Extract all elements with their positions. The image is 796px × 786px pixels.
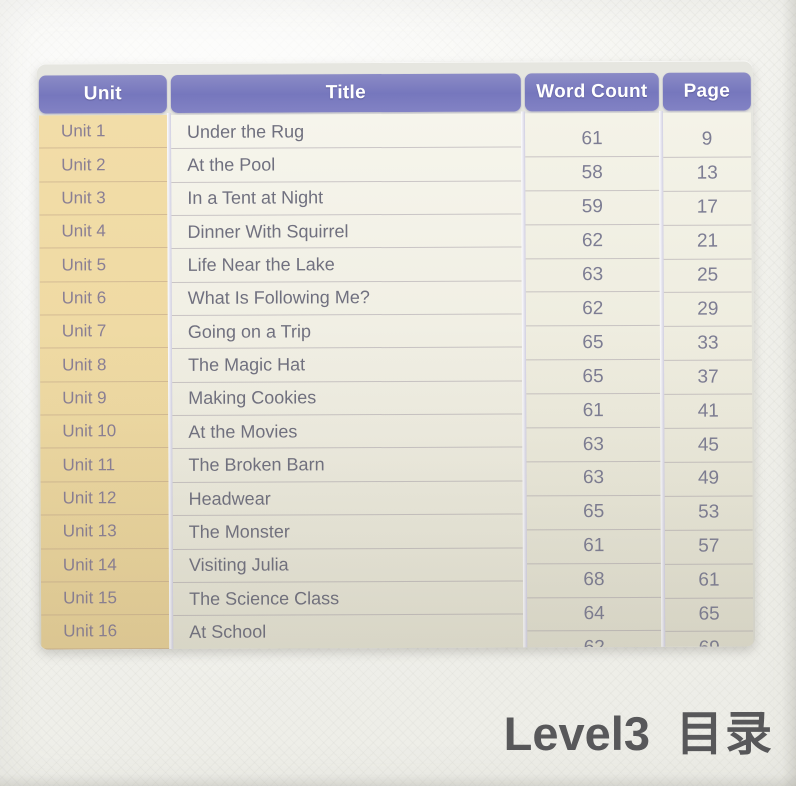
cell-unit[interactable]: Unit 4 (39, 215, 168, 249)
cell-title[interactable]: At the Pool (171, 147, 522, 183)
cell-word-count[interactable]: 59 (525, 190, 660, 226)
column-word-count: 61585962636265656163636561686462 (524, 112, 662, 648)
cell-unit[interactable]: Unit 11 (40, 448, 169, 483)
cell-word-count[interactable]: 65 (525, 326, 661, 361)
cell-title[interactable]: At School (173, 614, 524, 649)
cell-unit[interactable]: Unit 10 (40, 415, 169, 450)
cell-title[interactable]: At the Movies (172, 414, 523, 450)
cell-page[interactable]: 61 (664, 564, 754, 599)
cell-page[interactable]: 41 (664, 394, 753, 429)
column-unit: Unit 1 Unit 2 Unit 3 Unit 4 Unit 5 Unit 6 Unit… (38, 114, 170, 650)
cell-page[interactable]: 21 (663, 225, 752, 260)
cell-unit[interactable]: Unit 1 (38, 114, 168, 149)
cell-page[interactable]: 25 (663, 259, 752, 294)
cell-word-count[interactable]: 65 (526, 495, 661, 531)
cell-word-count[interactable]: 61 (524, 122, 660, 158)
cell-unit[interactable]: Unit 2 (39, 148, 168, 183)
caption-section: 目录 (676, 707, 774, 760)
cell-unit[interactable]: Unit 7 (39, 315, 168, 349)
cell-title[interactable]: Going on a Trip (171, 314, 522, 350)
cell-word-count[interactable]: 63 (526, 461, 661, 497)
cell-unit[interactable]: Unit 8 (39, 348, 169, 383)
cell-word-count[interactable]: 62 (525, 292, 660, 327)
cell-unit[interactable]: Unit 9 (40, 381, 169, 416)
cell-unit[interactable]: Unit 5 (39, 248, 168, 283)
cell-title[interactable]: Making Cookies (172, 381, 523, 417)
cell-page[interactable]: 49 (664, 462, 753, 497)
cell-title[interactable]: Life Near the Lake (171, 247, 522, 283)
cell-word-count[interactable]: 61 (526, 394, 661, 429)
cell-page[interactable]: 69 (665, 631, 754, 647)
column-title: Under the Rug At the Pool In a Tent at Nig… (170, 113, 524, 649)
cell-word-count[interactable]: 58 (525, 156, 660, 192)
cell-page[interactable]: 57 (664, 530, 753, 565)
column-page: 9131721252933374145495357616569 (662, 112, 754, 647)
cell-word-count[interactable]: 62 (527, 631, 662, 648)
cell-title[interactable]: The Monster (172, 514, 523, 550)
cell-word-count[interactable]: 63 (526, 427, 661, 463)
cell-page[interactable]: 13 (663, 157, 752, 192)
cell-page[interactable]: 9 (662, 123, 752, 158)
caption: Level3 目录 (504, 695, 774, 764)
cell-unit[interactable]: Unit 13 (40, 515, 169, 550)
cell-page[interactable]: 37 (664, 360, 753, 396)
cell-page[interactable]: 29 (663, 292, 752, 328)
cell-unit[interactable]: Unit 3 (39, 181, 168, 216)
cell-title[interactable]: The Magic Hat (171, 347, 523, 383)
column-header-title[interactable]: Title (170, 73, 521, 113)
column-header-unit[interactable]: Unit (38, 74, 167, 114)
cell-word-count[interactable]: 65 (526, 360, 661, 395)
contents-table: Unit Title Word Count Page Unit 1 Unit 2U… (36, 60, 756, 650)
cell-unit[interactable]: Unit 15 (40, 581, 170, 616)
table-header-row: Unit Title Word Count Page (37, 72, 753, 114)
cell-unit[interactable]: Unit 6 (39, 281, 168, 316)
cell-title[interactable]: The Science Class (172, 581, 524, 617)
caption-level: Level3 (503, 707, 650, 760)
photo-page: Unit Title Word Count Page Unit 1 Unit 2U… (0, 0, 796, 786)
cell-page[interactable]: 45 (664, 428, 753, 463)
cell-unit[interactable]: Unit 16 (41, 615, 170, 650)
cell-title[interactable]: Headwear (172, 481, 523, 517)
cell-unit[interactable]: Unit 12 (40, 481, 169, 516)
cell-word-count[interactable]: 61 (526, 529, 661, 565)
cell-unit[interactable]: Unit 14 (40, 548, 169, 583)
column-header-page[interactable]: Page (662, 72, 751, 111)
cell-title[interactable]: What Is Following Me? (171, 281, 522, 317)
cell-page[interactable]: 17 (663, 191, 752, 226)
cell-word-count[interactable]: 63 (525, 258, 660, 293)
cell-page[interactable]: 53 (664, 496, 753, 531)
cell-page[interactable]: 33 (663, 326, 753, 362)
cell-page[interactable]: 65 (665, 598, 754, 633)
column-header-word-count[interactable]: Word Count (524, 72, 659, 112)
cell-title[interactable]: The Broken Barn (172, 447, 523, 483)
cell-title[interactable]: Dinner With Squirrel (171, 214, 522, 250)
cell-word-count[interactable]: 68 (526, 563, 662, 599)
cell-word-count[interactable]: 64 (527, 597, 662, 632)
cell-word-count[interactable]: 62 (525, 224, 660, 260)
cell-title[interactable]: Under the Rug (170, 114, 522, 150)
cell-title[interactable]: Visiting Julia (172, 547, 523, 583)
cell-title[interactable]: In a Tent at Night (171, 181, 522, 217)
